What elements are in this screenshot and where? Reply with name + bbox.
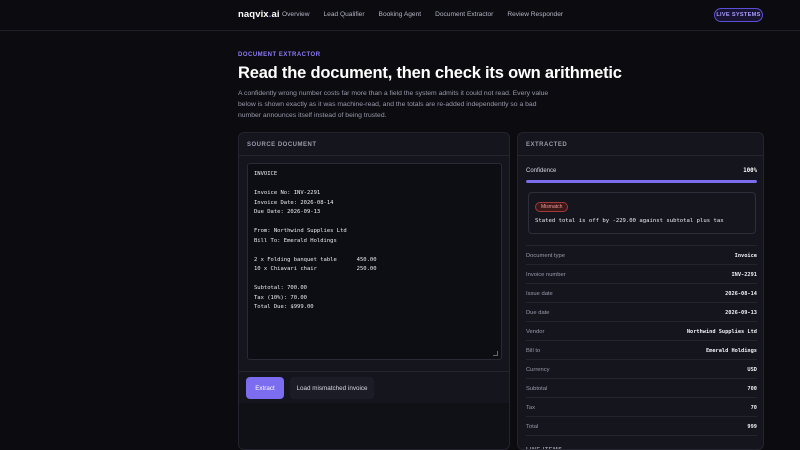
extracted-heading: EXTRACTED <box>518 133 763 156</box>
field-divider <box>526 435 757 447</box>
field-value: 2026-09-13 <box>725 309 757 316</box>
brand-tld: ai <box>271 9 280 20</box>
field-label: Document type <box>526 252 565 259</box>
field-row: Document type Invoice <box>526 245 757 264</box>
field-label: Tax <box>526 404 536 411</box>
confidence-label: Confidence <box>526 168 557 174</box>
confidence-bar-fill <box>526 180 757 183</box>
field-row: Currency USD <box>526 359 757 378</box>
mismatch-alert: Mismatch Stated total is off by -229.00 … <box>528 192 756 234</box>
top-navigation: naqvix.ai Overview Lead Qualifier Bookin… <box>0 0 800 31</box>
field-row: Invoice number INV-2291 <box>526 264 757 283</box>
nav-link-lead-qualifier[interactable]: Lead Qualifier <box>323 11 364 18</box>
field-value: 70 <box>750 404 757 411</box>
field-label: Currency <box>526 366 550 373</box>
page-intro: A confidently wrong number costs far mor… <box>238 90 549 119</box>
field-value: INV-2291 <box>731 271 757 278</box>
nav-link-document-extractor[interactable]: Document Extractor <box>435 11 493 18</box>
field-label: Subtotal <box>526 385 548 392</box>
field-label: Bill to <box>526 347 541 354</box>
mismatch-badge: Mismatch <box>535 202 569 212</box>
field-row: Issue date 2026-08-14 <box>526 283 757 302</box>
field-value: Northwind Supplies Ltd <box>686 328 757 335</box>
nav-link-booking-agent[interactable]: Booking Agent <box>379 11 422 18</box>
field-label: Total <box>526 423 539 430</box>
live-systems-badge[interactable]: LIVE SYSTEMS <box>714 8 763 22</box>
field-value: Emerald Holdings <box>705 347 757 354</box>
panel-footer <box>239 403 509 449</box>
brand-logo[interactable]: naqvix.ai <box>238 9 280 20</box>
extracted-panel: EXTRACTED Confidence 100% Mismatch State… <box>517 132 764 450</box>
page-title: Read the document, then check its own ar… <box>238 64 622 82</box>
section-eyebrow: DOCUMENT EXTRACTOR <box>238 52 321 58</box>
confidence-bar <box>526 180 757 183</box>
nav-link-review-responder[interactable]: Review Responder <box>507 11 563 18</box>
field-value: 700 <box>747 385 757 392</box>
brand-name: naqvix <box>238 9 269 20</box>
field-row: Tax 70 <box>526 397 757 416</box>
mismatch-message: Stated total is off by -229.00 against s… <box>535 218 724 224</box>
extracted-fields: Document type Invoice Invoice number INV-22… <box>526 245 757 449</box>
field-label: Invoice number <box>526 271 566 278</box>
field-value: USD <box>747 366 757 373</box>
extract-button[interactable]: Extract <box>246 377 284 399</box>
field-row: Bill to Emerald Holdings <box>526 340 757 359</box>
source-document-heading: SOURCE DOCUMENT <box>239 133 509 156</box>
field-value: Invoice <box>734 252 757 259</box>
field-label: Vendor <box>526 328 545 335</box>
textarea-resize-handle[interactable] <box>493 351 498 356</box>
nav-links: Overview Lead Qualifier Booking Agent Do… <box>282 11 563 18</box>
field-row: Due date 2026-09-13 <box>526 302 757 321</box>
document-textarea[interactable]: INVOICE Invoice No: INV-2291 Invoice Dat… <box>247 163 502 360</box>
confidence-row: Confidence 100% <box>526 168 757 174</box>
load-mismatched-invoice-button[interactable]: Load mismatched invoice <box>290 377 374 399</box>
field-row: Subtotal 700 <box>526 378 757 397</box>
field-row: Vendor Northwind Supplies Ltd <box>526 321 757 340</box>
nav-link-overview[interactable]: Overview <box>282 11 309 18</box>
confidence-value: 100% <box>743 168 757 174</box>
field-value: 999 <box>747 423 757 430</box>
source-document-panel: SOURCE DOCUMENT INVOICE Invoice No: INV-… <box>238 132 510 450</box>
field-row: Total 999 <box>526 416 757 435</box>
field-value: 2026-08-14 <box>725 290 757 297</box>
field-label: Issue date <box>526 290 553 297</box>
field-label: Due date <box>526 309 550 316</box>
